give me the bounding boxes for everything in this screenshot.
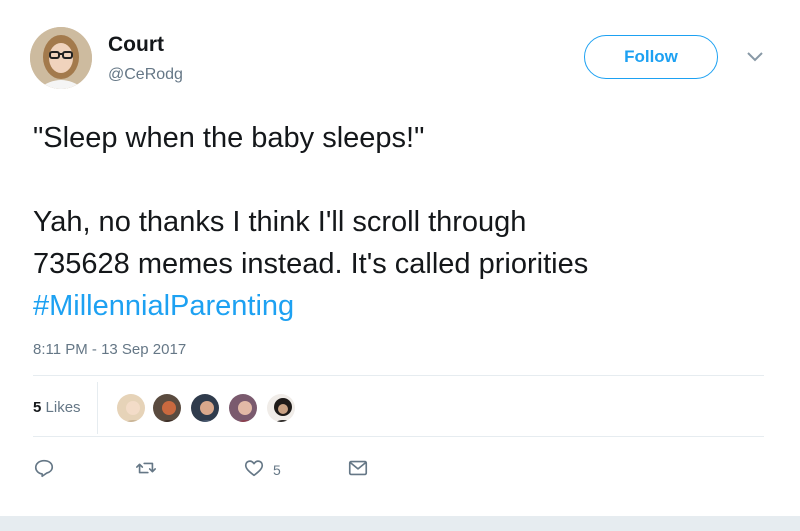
- divider: [33, 375, 764, 376]
- envelope-icon: [347, 457, 369, 484]
- retweet-button[interactable]: [135, 458, 157, 482]
- likes-label: Likes: [45, 399, 81, 416]
- tweet-line: "Sleep when the baby sleeps!": [33, 122, 425, 154]
- author-name[interactable]: Court: [108, 33, 164, 57]
- likes-count: 5: [33, 399, 42, 416]
- likes-summary[interactable]: 5 Likes: [33, 399, 81, 416]
- tweet-line: Yah, no thanks I think I'll scroll throu…: [33, 206, 527, 238]
- direct-message-button[interactable]: [347, 458, 369, 482]
- author-avatar[interactable]: [30, 27, 92, 89]
- like-button[interactable]: 5: [243, 458, 281, 482]
- heart-icon: [243, 457, 265, 484]
- follow-button[interactable]: Follow: [584, 35, 718, 79]
- liker-avatar[interactable]: [227, 392, 259, 424]
- tweet-timestamp[interactable]: 8:11 PM - 13 Sep 2017: [33, 341, 186, 358]
- divider: [33, 436, 764, 437]
- liker-avatar[interactable]: [189, 392, 221, 424]
- page-footer-bar: [0, 516, 800, 531]
- author-handle[interactable]: @CeRodg: [108, 66, 183, 84]
- liker-avatar[interactable]: [265, 392, 297, 424]
- reply-button[interactable]: [33, 458, 55, 482]
- liker-avatar[interactable]: [115, 392, 147, 424]
- hashtag-link[interactable]: #MillennialParenting: [33, 285, 773, 327]
- like-count: 5: [273, 462, 281, 478]
- retweet-icon: [135, 457, 157, 484]
- chevron-down-icon[interactable]: [745, 50, 765, 64]
- liker-avatar[interactable]: [151, 392, 183, 424]
- tweet-line: 735628 memes instead. It's called priori…: [33, 248, 589, 280]
- tweet-text: "Sleep when the baby sleeps!" Yah, no th…: [33, 117, 773, 327]
- divider: [97, 382, 98, 434]
- reply-icon: [33, 457, 55, 484]
